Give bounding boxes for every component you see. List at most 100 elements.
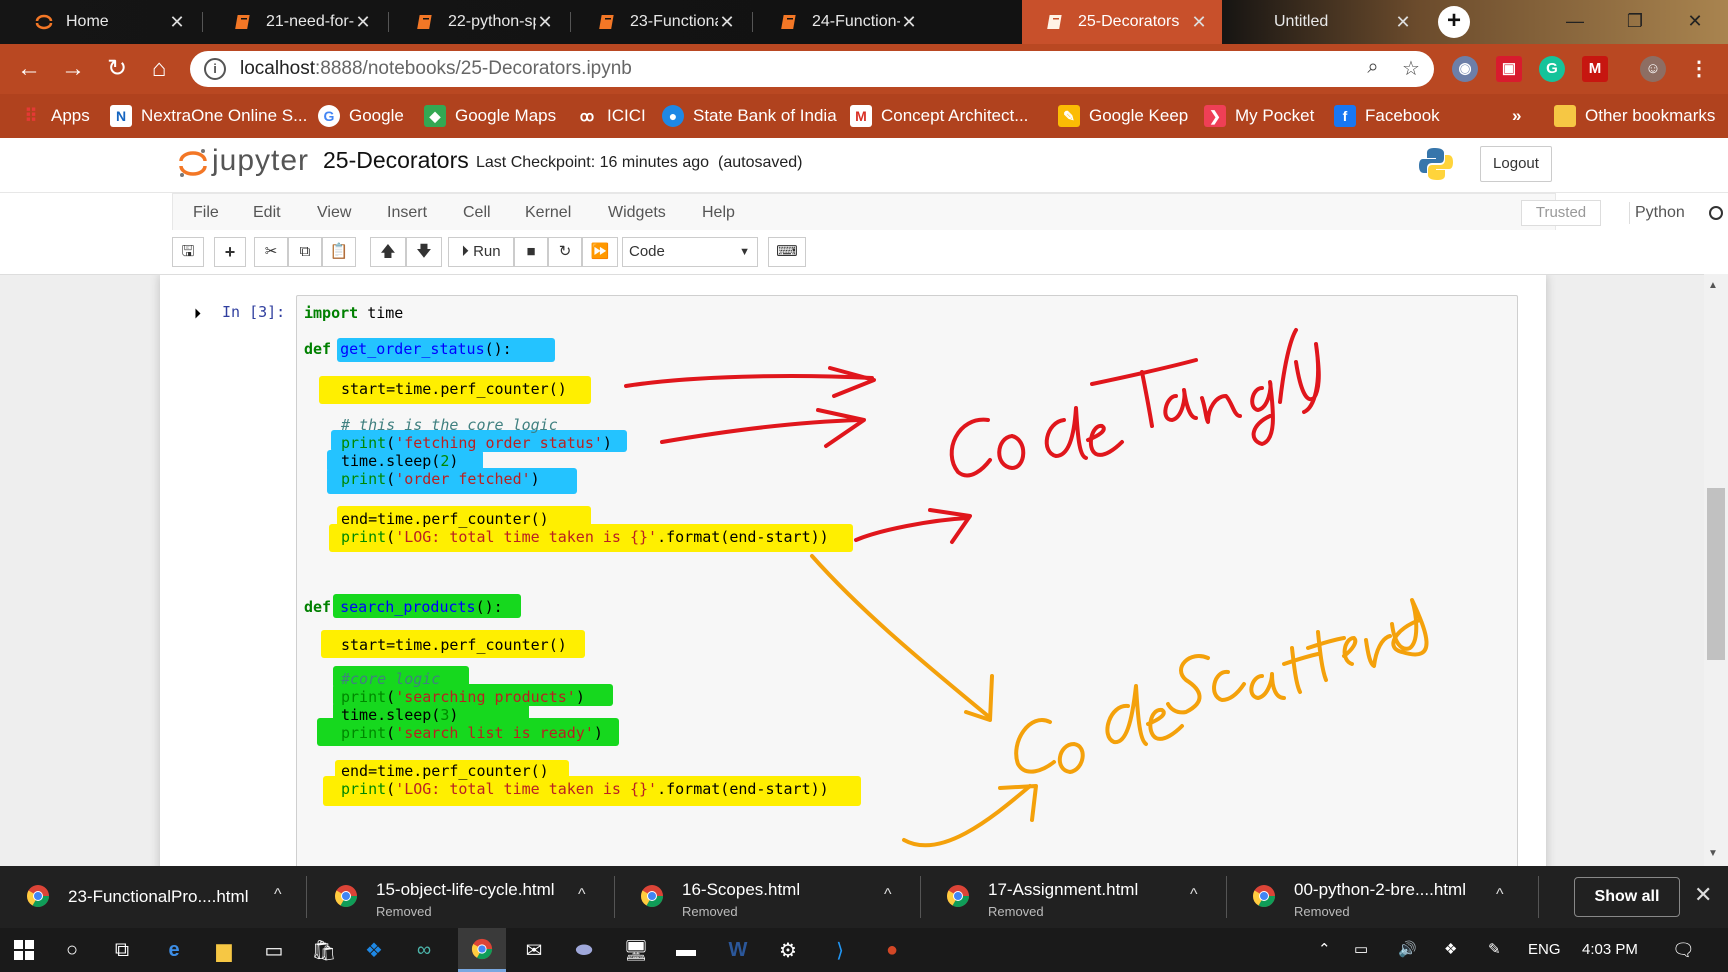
cell-type-select[interactable]: Code ▼ [622, 237, 758, 267]
stop-icon[interactable]: ■ [514, 237, 548, 267]
keyboard-icon[interactable]: ⌨ [768, 237, 806, 267]
close-icon[interactable]: ✕ [536, 12, 554, 33]
menu-widgets[interactable]: Widgets [608, 194, 666, 232]
bookmark-other[interactable]: ▬ Other bookmarks [1554, 94, 1715, 138]
chevron-up-icon[interactable]: ^ [1496, 886, 1504, 904]
download-item[interactable]: 17-Assignment.html Removed ^ [932, 866, 1222, 928]
bookmark-concept[interactable]: M Concept Architect... [850, 94, 1028, 138]
insert-cell-icon[interactable]: + [214, 237, 246, 267]
bookmark-google[interactable]: G Google [318, 94, 404, 138]
bookmark-keep[interactable]: ✎ Google Keep [1058, 94, 1188, 138]
dropbox-icon[interactable]: ❖ [350, 928, 398, 972]
tab-home[interactable]: Home ✕ [10, 0, 200, 44]
tab-25-active[interactable]: 25-Decorators ✕ [1022, 0, 1222, 44]
word-icon[interactable]: W [714, 928, 762, 972]
new-tab-button[interactable]: + [1438, 6, 1470, 38]
chevron-up-icon[interactable]: ^ [1190, 886, 1198, 904]
menu-edit[interactable]: Edit [253, 194, 281, 232]
show-all-button[interactable]: Show all [1574, 877, 1680, 917]
download-item[interactable]: 23-FunctionalPro....html ^ [12, 866, 294, 928]
trusted-badge[interactable]: Trusted [1521, 200, 1601, 226]
windows-start-icon[interactable] [0, 928, 48, 972]
mail-icon[interactable]: ✉ [510, 928, 558, 972]
link-app-icon[interactable]: ∞ [400, 928, 448, 972]
chrome-icon[interactable] [458, 928, 506, 972]
volume-icon[interactable]: 🔊 [1398, 928, 1417, 972]
more-menu-icon[interactable]: ⋮ [1686, 56, 1712, 82]
dropbox-tray-icon[interactable]: ❖ [1444, 928, 1457, 972]
close-icon[interactable]: ✕ [718, 12, 736, 33]
save-icon[interactable]: 🖫 [172, 237, 204, 267]
bookmark-nextraone[interactable]: N NextraOne Online S... [110, 94, 307, 138]
menu-help[interactable]: Help [702, 194, 735, 232]
edge-icon[interactable]: e [150, 928, 198, 972]
close-icon[interactable]: ✕ [900, 12, 918, 33]
virtualbox-icon[interactable]: 🖥 [612, 928, 660, 972]
star-icon[interactable]: ☆ [1398, 56, 1424, 82]
chevron-up-icon[interactable]: ^ [578, 886, 586, 904]
run-cell-icon[interactable]: ⏵ [194, 305, 201, 322]
extension-icon[interactable]: ◉ [1452, 56, 1478, 82]
restart-icon[interactable]: ↻ [548, 237, 582, 267]
notifications-icon[interactable]: 🗨 [1672, 928, 1695, 972]
fast-forward-icon[interactable]: ⏩ [582, 237, 618, 267]
copy-icon[interactable]: ⧉ [288, 237, 322, 267]
close-icon[interactable]: ✕ [168, 12, 186, 33]
download-item[interactable]: 16-Scopes.html Removed ^ [626, 866, 916, 928]
zoom-icon[interactable]: ⌕ [1360, 56, 1386, 82]
menu-cell[interactable]: Cell [463, 194, 491, 232]
paste-icon[interactable]: 📋 [322, 237, 356, 267]
bookmarks-overflow[interactable]: » [1512, 94, 1521, 138]
close-icon[interactable]: ✕ [1394, 12, 1412, 33]
bookmark-icici[interactable]: ꝏ ICICI [576, 94, 646, 138]
jupyter-logo[interactable] [176, 146, 210, 180]
logout-button[interactable]: Logout [1480, 146, 1552, 182]
jupyter-brand[interactable]: jupyter [212, 144, 309, 178]
bookmark-pocket[interactable]: ❯ My Pocket [1204, 94, 1314, 138]
home-icon[interactable]: ⌂ [142, 52, 176, 86]
address-bar[interactable]: i localhost:8888/notebooks/25-Decorators… [190, 51, 1434, 87]
chevron-up-icon[interactable]: ⌃ [1318, 928, 1331, 972]
notebook-title[interactable]: 25-Decorators [323, 147, 469, 174]
close-window-icon[interactable]: ✕ [1672, 6, 1718, 36]
tab-24[interactable]: 24-Function-Ret ✕ [756, 0, 932, 44]
grammarly-icon[interactable]: G [1539, 56, 1565, 82]
tab-22[interactable]: 22-python-spec ✕ [392, 0, 568, 44]
restore-icon[interactable]: ❐ [1612, 6, 1658, 36]
cell-input-area[interactable]: import time def get_order_status(): star… [296, 295, 1518, 866]
menu-kernel[interactable]: Kernel [525, 194, 571, 232]
railway-extension-icon[interactable]: ▣ [1496, 56, 1522, 82]
move-down-icon[interactable]: 🡇 [406, 237, 442, 267]
pen-icon[interactable]: ✎ [1488, 928, 1501, 972]
info-icon[interactable]: i [204, 58, 226, 80]
tab-21[interactable]: 21-need-for-spe ✕ [210, 0, 386, 44]
minimize-icon[interactable]: — [1552, 6, 1598, 36]
forward-icon[interactable]: → [56, 52, 90, 86]
close-icon[interactable]: ✕ [1190, 12, 1208, 33]
move-up-icon[interactable]: 🡅 [370, 237, 406, 267]
clock[interactable]: 4:03 PM [1582, 928, 1638, 972]
run-button[interactable]: ⏵ Run [448, 237, 514, 267]
tab-23[interactable]: 23-FunctionalPr ✕ [574, 0, 750, 44]
bookmark-apps[interactable]: ⠿ Apps [20, 94, 89, 138]
powerpoint-icon[interactable]: ● [868, 928, 916, 972]
settings-app-icon[interactable]: ⚙ [764, 928, 812, 972]
download-item[interactable]: 00-python-2-bre....html Removed ^ [1238, 866, 1518, 928]
menu-insert[interactable]: Insert [387, 194, 427, 232]
reload-icon[interactable]: ↻ [100, 52, 134, 86]
back-icon[interactable]: ← [12, 52, 46, 86]
app-icon[interactable]: ⬬ [560, 928, 608, 972]
scroll-down-icon[interactable]: ▼ [1708, 848, 1718, 859]
bookmark-google-maps[interactable]: ◆ Google Maps [424, 94, 556, 138]
terminal-icon[interactable]: ▭ [250, 928, 298, 972]
menu-view[interactable]: View [317, 194, 351, 232]
cut-icon[interactable]: ✂ [254, 237, 288, 267]
chevron-up-icon[interactable]: ^ [274, 886, 282, 904]
code-editor[interactable]: import time def get_order_status(): star… [297, 296, 1517, 866]
download-item[interactable]: 15-object-life-cycle.html Removed ^ [320, 866, 610, 928]
vscode-icon[interactable]: ⟩ [816, 928, 864, 972]
gmail-extension-icon[interactable]: M [1582, 56, 1608, 82]
bookmark-sbi[interactable]: ● State Bank of India [662, 94, 837, 138]
scroll-up-icon[interactable]: ▲ [1708, 280, 1718, 291]
tab-untitled[interactable]: Untitled ✕ [1226, 0, 1426, 44]
